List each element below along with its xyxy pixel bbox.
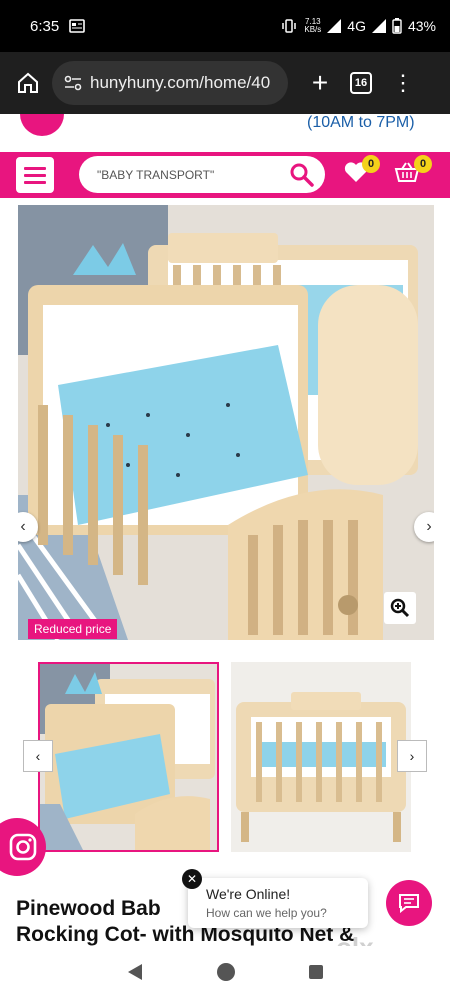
product-title-line1: Pinewood Bab (16, 897, 161, 920)
site-settings-icon[interactable] (64, 75, 82, 91)
chat-subtitle: How can we help you? (206, 906, 327, 920)
network-speed: 7.13 KB/s (304, 17, 322, 34)
home-button[interactable] (10, 65, 46, 101)
thumbnail-2[interactable] (231, 662, 411, 852)
news-icon (69, 19, 86, 33)
network-type: 4G (347, 18, 366, 34)
chat-icon (399, 894, 419, 913)
zoom-button[interactable] (384, 592, 416, 624)
thumbnails-prev-button[interactable]: ‹ (23, 740, 53, 772)
status-bar: 6:35 7.13 KB/s 4G 43% (0, 0, 450, 52)
thumbnail-1[interactable] (38, 662, 219, 852)
tab-switcher-button[interactable]: 16 (350, 72, 372, 94)
hamburger-icon-bar (24, 180, 46, 184)
chat-button[interactable] (386, 880, 432, 926)
search-icon[interactable] (289, 162, 315, 188)
zoom-in-icon (390, 598, 410, 618)
browser-menu-button[interactable]: ⋮ (392, 70, 414, 96)
thumbnails-next-button[interactable]: › (397, 740, 427, 772)
top-info-strip: (10AM to 7PM) (0, 114, 450, 152)
chat-popup[interactable]: We're Online! How can we help you? (188, 878, 368, 928)
system-nav-bar (0, 946, 450, 998)
tab-count: 16 (354, 77, 368, 89)
hamburger-icon-bar (24, 173, 46, 177)
menu-button[interactable] (16, 157, 54, 193)
support-hours: (10AM to 7PM) (307, 114, 415, 131)
chat-title: We're Online! (206, 886, 291, 902)
url-bar[interactable]: hunyhuny.com/home/40 (52, 61, 288, 105)
site-logo[interactable] (20, 114, 64, 136)
browser-toolbar: hunyhuny.com/home/40 + 16 ⋮ (0, 52, 450, 114)
wishlist-count-badge: 0 (362, 155, 380, 173)
close-chat-button[interactable]: ✕ (182, 869, 202, 889)
crib-thumbnail-image (40, 664, 217, 850)
battery-level: 43% (407, 18, 436, 34)
home-circle-icon[interactable] (216, 962, 236, 982)
signal-icon (327, 19, 342, 33)
hamburger-icon-bar (24, 166, 46, 170)
wishlist-button[interactable]: 0 (344, 155, 380, 188)
search-placeholder: "BABY TRANSPORT" (97, 167, 215, 182)
recents-icon[interactable] (308, 964, 324, 980)
home-icon (18, 72, 38, 93)
battery-icon (392, 18, 402, 34)
cart-button[interactable]: 0 (394, 155, 432, 188)
search-input[interactable]: "BABY TRANSPORT" (79, 156, 325, 193)
site-header: "BABY TRANSPORT" 0 0 (0, 152, 450, 198)
signal-icon-2 (371, 19, 386, 33)
new-tab-button[interactable]: + (302, 67, 338, 99)
baby-crib-image (18, 205, 434, 640)
url-text: hunyhuny.com/home/40 (90, 73, 271, 92)
instagram-icon (9, 833, 37, 861)
product-main-image[interactable]: ‹ › (18, 205, 434, 640)
back-icon[interactable] (126, 963, 144, 981)
reduced-price-badge: Reduced price (28, 619, 118, 639)
crib-thumbnail-image (231, 662, 411, 852)
cart-count-badge: 0 (414, 155, 432, 173)
vibrate-icon (282, 19, 297, 33)
status-time: 6:35 (30, 17, 60, 35)
